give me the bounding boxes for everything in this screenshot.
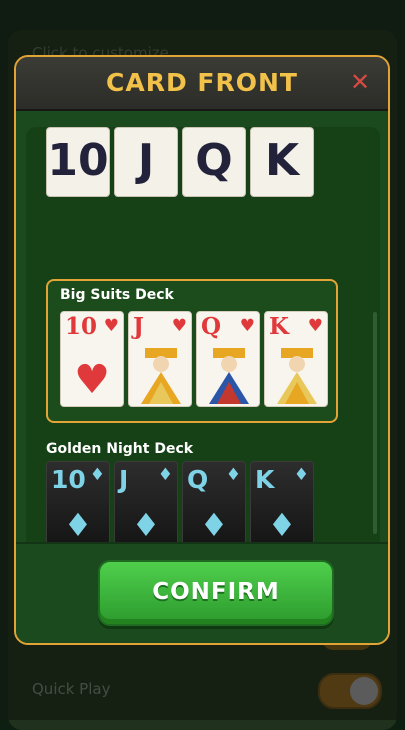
deck-plain-cards: 10 J Q K [46,127,316,197]
diamond-icon: ♦ [225,465,241,485]
heart-icon: ♥ [239,316,255,336]
heart-icon: ♥ [307,316,323,336]
card: Q [182,127,246,197]
diamond-icon: ♦ [63,506,93,544]
card: 10 [46,127,110,197]
diamond-icon: ♦ [157,465,173,485]
close-icon[interactable]: ✕ [348,70,372,94]
deck-list[interactable]: 10 J Q K Big Suits Deck 10 ♥ ♥ J ♥ Q ♥ K ♥ Golden N… [26,127,380,572]
deck-title: Golden Night Deck [46,441,194,457]
modal-title: CARD FRONT [106,68,298,97]
card: Q ♥ [196,311,260,407]
card: J [114,127,178,197]
card-rank: K [255,465,275,494]
card-rank: Q [201,313,222,340]
card: K ♥ [264,311,328,407]
diamond-icon: ♦ [293,465,309,485]
card-rank: Q [187,465,209,494]
diamond-icon: ♦ [199,506,229,544]
heart-icon: ♥ [103,316,119,336]
confirm-button[interactable]: CONFIRM [98,560,334,626]
face-card-figure [135,342,187,404]
card-rank: J [119,465,129,494]
confirm-label: CONFIRM [152,579,280,605]
deck-big-suits[interactable]: Big Suits Deck 10 ♥ ♥ J ♥ Q ♥ K ♥ [46,279,338,423]
scrollbar[interactable] [373,312,377,534]
deck-big-suits-cards: 10 ♥ ♥ J ♥ Q ♥ K ♥ [60,311,328,407]
deck-title: Big Suits Deck [60,287,174,303]
card-rank: K [264,135,300,186]
card-rank: K [269,313,289,340]
card: 10 ♥ ♥ [60,311,124,407]
diamond-icon: ♦ [89,465,105,485]
card-rank: 10 [65,313,98,340]
diamond-icon: ♦ [267,506,297,544]
heart-icon: ♥ [74,357,110,403]
deck-plain[interactable]: 10 J Q K [46,127,316,197]
card-rank: J [133,313,144,340]
card-rank: 10 [51,465,86,494]
face-card-figure [271,342,323,404]
card-front-modal: CARD FRONT ✕ 10 J Q K Big Suits Deck 10 ♥ ♥ J ♥… [14,55,390,645]
deck-golden-night[interactable]: Golden Night Deck 10 ♦ ♦ J ♦ ♦ Q ♦ ♦ K ♦ ♦ [46,441,316,557]
face-card-figure [203,342,255,404]
modal-header: CARD FRONT ✕ [16,57,388,111]
diamond-icon: ♦ [131,506,161,544]
card-rank: 10 [47,135,109,186]
heart-icon: ♥ [171,316,187,336]
card: J ♥ [128,311,192,407]
card-rank: Q [195,135,233,186]
card-rank: J [137,135,155,186]
card: K [250,127,314,197]
